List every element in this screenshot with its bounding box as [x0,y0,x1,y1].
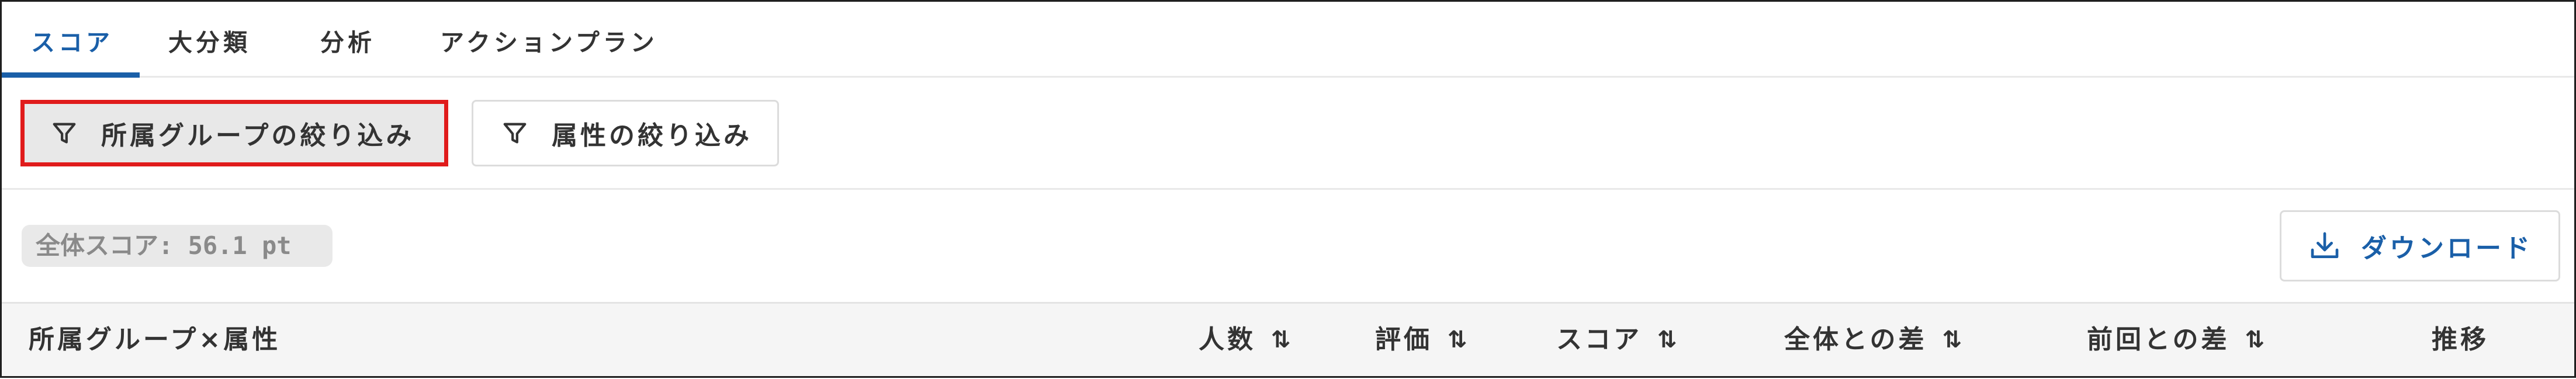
filter-row: 所属グループの絞り込み 属性の絞り込み [2,78,2574,190]
column-label: 前回との差 [2087,325,2230,354]
sort-icon[interactable]: ⇅ [1271,328,1290,352]
filter-icon [503,123,527,144]
tab-score[interactable]: スコア [31,2,113,78]
column-label: 人数 [1199,325,1256,354]
tab-action-plan[interactable]: アクションプラン [440,2,658,78]
column-header-diff-overall[interactable]: 全体との差 ⇅ [1784,304,1962,376]
tab-analysis[interactable]: 分析 [320,2,375,78]
sort-icon[interactable]: ⇅ [1943,328,1962,352]
table-header: 所属グループ×属性 人数 ⇅ 評価 ⇅ スコア ⇅ 全体との差 ⇅ 前回との差 … [2,302,2574,376]
group-filter-label: 所属グループの絞り込み [101,121,415,151]
sort-icon[interactable]: ⇅ [1657,328,1677,352]
tab-bar: スコア 大分類 分析 アクションプラン [2,2,2574,78]
attribute-filter-label: 属性の絞り込み [552,121,752,151]
overall-score-badge: 全体スコア: 56.1 pt [22,225,333,267]
download-label: ダウンロード [2361,234,2533,263]
column-label: 所属グループ×属性 [29,325,281,354]
sort-icon[interactable]: ⇅ [2245,328,2265,352]
column-header-group-attribute: 所属グループ×属性 [29,304,281,376]
column-label: 全体との差 [1784,325,1927,354]
download-button[interactable]: ダウンロード [2280,210,2560,281]
column-label: スコア [1556,325,1642,354]
column-label: 推移 [2432,325,2489,354]
column-label: 評価 [1375,325,1432,354]
filter-icon [53,123,76,144]
column-header-score[interactable]: スコア ⇅ [1556,304,1677,376]
column-header-trend: 推移 [2432,304,2489,376]
column-header-rating[interactable]: 評価 ⇅ [1375,304,1467,376]
tab-major-category[interactable]: 大分類 [168,2,251,78]
group-filter-button[interactable]: 所属グループの絞り込み [20,100,448,166]
app-frame: スコア 大分類 分析 アクションプラン 所属グループの絞り込み 属性の絞り込み … [0,0,2576,378]
sort-icon[interactable]: ⇅ [1448,328,1467,352]
download-icon [2311,232,2339,258]
attribute-filter-button[interactable]: 属性の絞り込み [472,100,779,166]
active-tab-indicator [2,72,140,78]
column-header-headcount[interactable]: 人数 ⇅ [1199,304,1290,376]
column-header-diff-previous[interactable]: 前回との差 ⇅ [2087,304,2265,376]
